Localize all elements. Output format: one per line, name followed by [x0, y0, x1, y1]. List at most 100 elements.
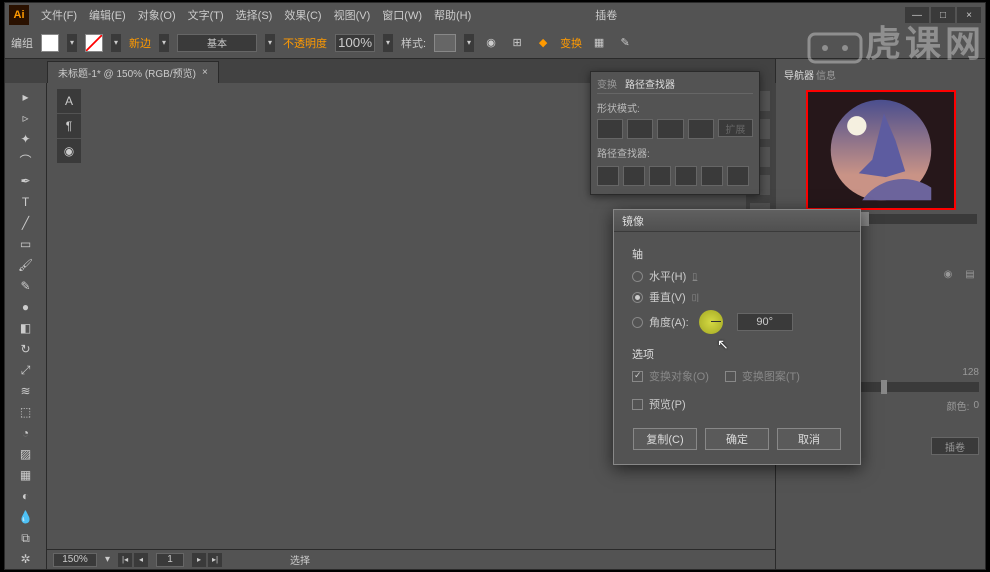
menu-type[interactable]: 文字(T)	[184, 5, 228, 25]
stroke-dropdown[interactable]: ▾	[111, 34, 121, 52]
edit-icon[interactable]: ✎	[616, 34, 634, 52]
perspective-tool[interactable]: ▨	[16, 444, 36, 464]
fill-swatch[interactable]	[41, 34, 59, 52]
angle-dial[interactable]	[699, 310, 723, 334]
char-panel-icon[interactable]: A	[57, 89, 81, 113]
glyph-panel-icon[interactable]: ◉	[57, 139, 81, 163]
opacity-dropdown[interactable]: ▾	[383, 34, 393, 52]
gradient-tool[interactable]: ◐	[16, 486, 36, 506]
pencil-tool[interactable]: ✎	[16, 276, 36, 296]
pathfinder-panel[interactable]: 变换 路径查找器 形状模式: 扩展 路径查找器:	[590, 71, 760, 195]
stroke-label[interactable]: 新边	[129, 35, 151, 51]
window-maximize[interactable]: □	[931, 7, 955, 23]
blob-brush-tool[interactable]: ●	[16, 297, 36, 317]
checkbox-preview[interactable]	[632, 399, 643, 410]
blend-tool[interactable]: ⧉	[16, 528, 36, 548]
transform-label[interactable]: 变换	[560, 35, 582, 51]
stroke-profile-dropdown[interactable]: ▾	[265, 34, 275, 52]
draw-button[interactable]: 插卷	[931, 437, 979, 455]
copy-button[interactable]: 复制(C)	[633, 428, 697, 450]
expand-button[interactable]: 扩展	[718, 119, 753, 137]
rotate-tool[interactable]: ↻	[16, 339, 36, 359]
shape-builder-tool[interactable]: ◔	[16, 423, 36, 443]
stroke-profile[interactable]: 基本	[177, 34, 257, 52]
unite-button[interactable]	[597, 119, 623, 139]
cancel-button[interactable]: 取消	[777, 428, 841, 450]
intersect-button[interactable]	[657, 119, 683, 139]
menu-effect[interactable]: 效果(C)	[280, 5, 325, 25]
opacity-label[interactable]: 不透明度	[283, 35, 327, 51]
menu-window[interactable]: 窗口(W)	[378, 5, 426, 25]
menu-select[interactable]: 选择(S)	[232, 5, 277, 25]
document-tab[interactable]: 未标题-1* @ 150% (RGB/预览) ×	[47, 61, 219, 83]
opacity-input[interactable]	[335, 34, 375, 52]
tab-close-icon[interactable]: ×	[202, 67, 208, 78]
menu-file[interactable]: 文件(F)	[37, 5, 81, 25]
trim-button[interactable]	[623, 166, 645, 186]
angle-input[interactable]	[737, 313, 793, 331]
ok-button[interactable]: 确定	[705, 428, 769, 450]
next-artboard[interactable]: ▸	[192, 553, 206, 567]
merge-button[interactable]	[649, 166, 671, 186]
outline-button[interactable]	[701, 166, 723, 186]
style-dropdown[interactable]: ▾	[464, 34, 474, 52]
pen-tool[interactable]: ✒	[16, 171, 36, 191]
tab-navigator[interactable]: 导航器	[784, 67, 814, 82]
crop-button[interactable]	[675, 166, 697, 186]
navigator-preview[interactable]	[806, 90, 956, 210]
selection-tool[interactable]: ▸	[16, 87, 36, 107]
radio-vertical[interactable]	[632, 292, 643, 303]
eraser-tool[interactable]: ◧	[16, 318, 36, 338]
tab-pathfinder[interactable]: 路径查找器	[625, 76, 675, 91]
align-icon[interactable]: ⊞	[508, 34, 526, 52]
style-swatch[interactable]	[434, 34, 456, 52]
shape-icon[interactable]: ◆	[534, 34, 552, 52]
first-artboard[interactable]: |◂	[118, 553, 132, 567]
rectangle-tool[interactable]: ▭	[16, 234, 36, 254]
divide-button[interactable]	[597, 166, 619, 186]
color-lib-icon[interactable]: ▤	[961, 265, 979, 283]
stroke-swatch[interactable]	[85, 34, 103, 52]
magic-wand-tool[interactable]: ✦	[16, 129, 36, 149]
menu-view[interactable]: 视图(V)	[330, 5, 375, 25]
symbol-sprayer-tool[interactable]: ✲	[16, 549, 36, 569]
pathfinder-label: 路径查找器:	[597, 145, 753, 160]
radio-horizontal[interactable]	[632, 271, 643, 282]
exclude-button[interactable]	[688, 119, 714, 139]
radio-angle[interactable]	[632, 317, 643, 328]
menu-edit[interactable]: 编辑(E)	[85, 5, 130, 25]
zoom-input[interactable]	[53, 553, 97, 567]
color-mode-icon[interactable]: ◉	[939, 265, 957, 283]
menu-object[interactable]: 对象(O)	[134, 5, 180, 25]
scale-tool[interactable]: ⤢	[16, 360, 36, 380]
width-tool[interactable]: ≋	[16, 381, 36, 401]
paragraph-panel-icon[interactable]: ¶	[57, 114, 81, 138]
isolate-icon[interactable]: ▦	[590, 34, 608, 52]
mesh-tool[interactable]: ▦	[16, 465, 36, 485]
checkbox-transform-patterns[interactable]	[725, 371, 736, 382]
last-artboard[interactable]: ▸|	[208, 553, 222, 567]
type-tool[interactable]: T	[16, 192, 36, 212]
line-tool[interactable]: ╱	[16, 213, 36, 233]
menu-help[interactable]: 帮助(H)	[430, 5, 475, 25]
stroke-weight-dropdown[interactable]: ▾	[159, 34, 169, 52]
lasso-tool[interactable]: ⌒	[16, 150, 36, 170]
free-transform-tool[interactable]: ⬚	[16, 402, 36, 422]
paintbrush-tool[interactable]: 🖌	[16, 255, 36, 275]
tab-info[interactable]: 信息	[816, 67, 836, 82]
artboard-input[interactable]	[156, 553, 184, 567]
recolor-icon[interactable]: ◉	[482, 34, 500, 52]
window-close[interactable]: ×	[957, 7, 981, 23]
eyedropper-tool[interactable]: 💧	[16, 507, 36, 527]
layout-preset[interactable]: 插卷	[595, 7, 617, 23]
tab-transform[interactable]: 变换	[597, 76, 617, 91]
minus-back-button[interactable]	[727, 166, 749, 186]
minus-front-button[interactable]	[627, 119, 653, 139]
fill-dropdown[interactable]: ▾	[67, 34, 77, 52]
window-minimize[interactable]: —	[905, 7, 929, 23]
prev-artboard[interactable]: ◂	[134, 553, 148, 567]
checkbox-transform-objects[interactable]	[632, 371, 643, 382]
zoom-dropdown[interactable]: ▾	[105, 554, 110, 565]
direct-selection-tool[interactable]: ▹	[16, 108, 36, 128]
dialog-title[interactable]: 镜像	[614, 210, 860, 232]
